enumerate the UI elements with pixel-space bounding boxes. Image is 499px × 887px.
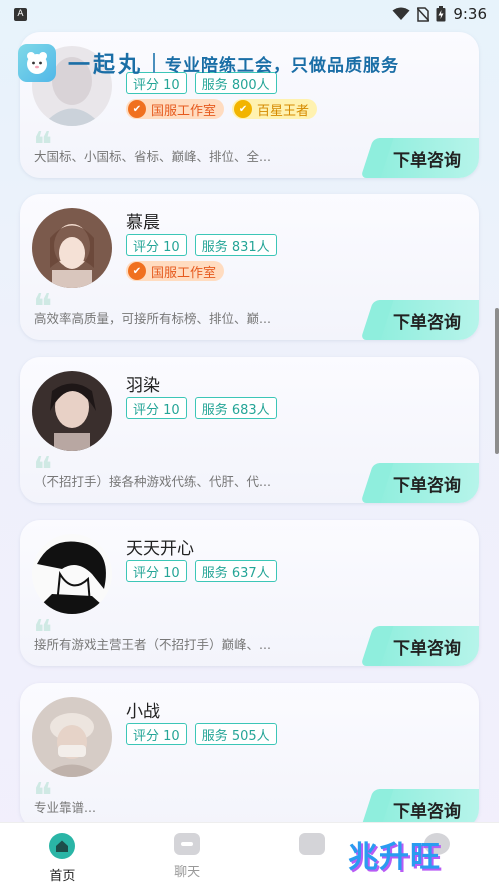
- rating-tag: 评分 10: [126, 397, 187, 419]
- medal-icon: ✔: [128, 100, 146, 118]
- consult-order-button[interactable]: 下单咨询: [375, 463, 479, 503]
- third-tab-icon: [298, 833, 325, 855]
- service-count-tag: 服务 683人: [194, 397, 277, 419]
- service-count-tag: 服务 637人: [194, 560, 277, 582]
- app-slogan: 专业陪练工会，只做品质服务: [165, 55, 400, 76]
- app-header: 一起丸 专业陪练工会，只做品质服务: [0, 40, 499, 86]
- tab-home-label: 首页: [49, 869, 76, 884]
- avatar[interactable]: [32, 371, 112, 451]
- app-name: 一起丸: [68, 53, 144, 78]
- consult-order-button[interactable]: 下单咨询: [375, 300, 479, 340]
- player-card[interactable]: 慕晨 评分 10 服务 831人 ✔ 国服工作室 ❝ 高效率高质量，可接所有标榜…: [20, 194, 479, 340]
- home-icon: [49, 833, 76, 859]
- chat-icon: [174, 833, 201, 855]
- consult-order-button[interactable]: 下单咨询: [375, 138, 479, 178]
- service-count-tag: 服务 831人: [194, 234, 277, 256]
- tab-chat-label: 聊天: [174, 865, 201, 880]
- player-description: 专业靠谱...: [34, 800, 96, 815]
- consult-button-label: 下单咨询: [393, 475, 461, 496]
- player-list[interactable]: 评分 10 服务 800人 ✔ 国服工作室 ✔ 百星王者 ❝ 大国标、小国标、省…: [0, 0, 499, 822]
- tab-home[interactable]: 首页: [0, 823, 125, 887]
- consult-button-label: 下单咨询: [393, 312, 461, 333]
- player-description: 高效率高质量，可接所有标榜、排位、巅...: [34, 311, 271, 326]
- avatar[interactable]: [32, 697, 112, 777]
- check-badge-icon: ✔: [234, 100, 253, 118]
- rating-tag: 评分 10: [126, 234, 187, 256]
- player-card[interactable]: 小战 评分 10 服务 505人 ❝ 专业靠谱... 下单咨询: [20, 683, 479, 822]
- scrollbar[interactable]: [495, 308, 499, 454]
- medal-icon: ✔: [128, 262, 146, 280]
- player-name: 慕晨: [126, 213, 160, 233]
- studio-badge-label: 国服工作室: [151, 265, 217, 281]
- tab-chat[interactable]: 聊天: [125, 823, 250, 887]
- service-count-tag: 服务 505人: [194, 723, 277, 745]
- studio-badge: ✔ 国服工作室: [126, 261, 225, 281]
- player-name: 小战: [126, 702, 160, 722]
- consult-button-label: 下单咨询: [393, 801, 461, 822]
- avatar[interactable]: [32, 208, 112, 288]
- player-description: 大国标、小国标、省标、巅峰、排位、全...: [34, 149, 271, 164]
- app-logo: [18, 44, 56, 82]
- king-badge-label: 百星王者: [257, 103, 310, 119]
- watermark-logo: 兆升旺: [348, 840, 441, 875]
- king-badge: ✔ 百星王者: [232, 99, 318, 119]
- rating-tag: 评分 10: [126, 723, 187, 745]
- player-name: 羽染: [126, 376, 160, 396]
- consult-order-button[interactable]: 下单咨询: [375, 626, 479, 666]
- studio-badge-label: 国服工作室: [151, 103, 217, 119]
- header-divider: [153, 53, 156, 73]
- consult-button-label: 下单咨询: [393, 150, 461, 171]
- player-name: 天天开心: [126, 539, 194, 559]
- avatar[interactable]: [32, 534, 112, 614]
- player-card[interactable]: 羽染 评分 10 服务 683人 ❝ （不招打手）接各种游戏代练、代肝、代...…: [20, 357, 479, 503]
- consult-order-button[interactable]: 下单咨询: [375, 789, 479, 822]
- player-card[interactable]: 天天开心 评分 10 服务 637人 ❝ 接所有游戏主营王者（不招打手）巅峰、.…: [20, 520, 479, 666]
- player-description: 接所有游戏主营王者（不招打手）巅峰、...: [34, 637, 271, 652]
- player-description: （不招打手）接各种游戏代练、代肝、代...: [34, 474, 271, 489]
- consult-button-label: 下单咨询: [393, 638, 461, 659]
- rating-tag: 评分 10: [126, 560, 187, 582]
- studio-badge: ✔ 国服工作室: [126, 99, 225, 119]
